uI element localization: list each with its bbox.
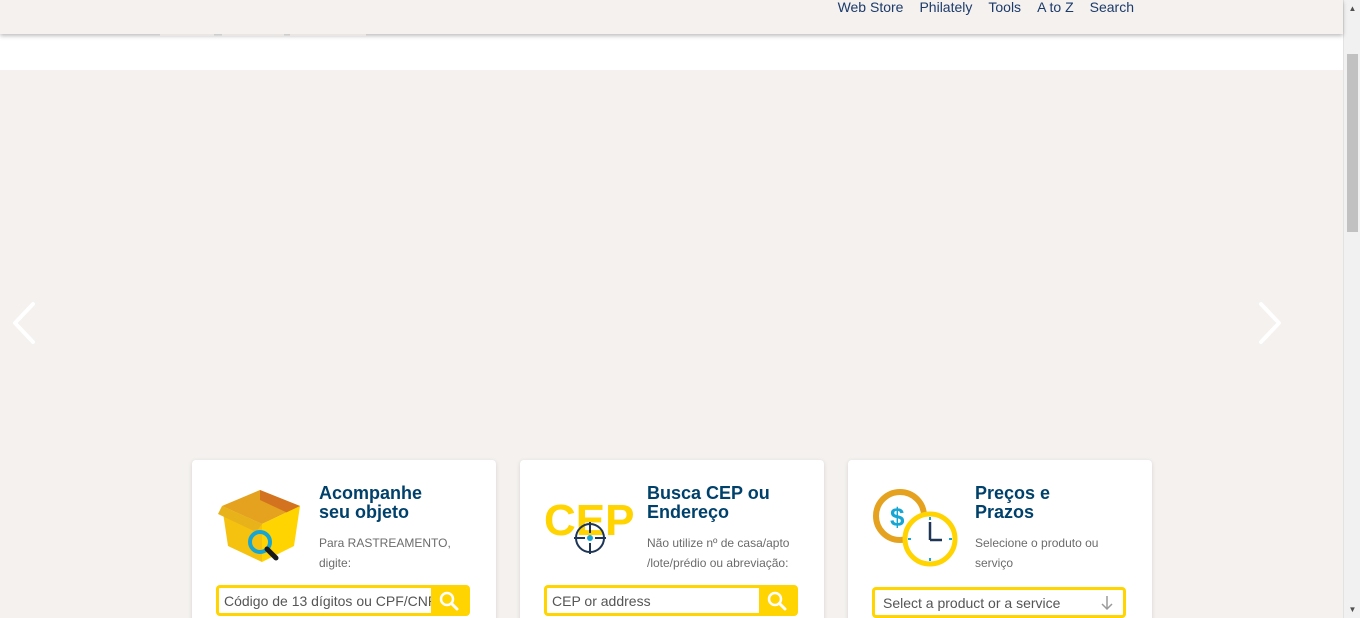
tracking-card: Acompanhe seu objeto Para RASTREAMENTO, … [192,460,496,618]
site-header: Web Store Philately Tools A to Z Search [0,0,1343,34]
tracking-description: Para RASTREAMENTO, digite: [319,536,451,570]
money-clock-icon: $ [872,484,962,568]
header-tab [160,34,214,36]
tracking-search-button[interactable] [431,588,467,613]
header-tab [290,34,366,36]
cep-address-input[interactable] [547,588,759,613]
page-scrollbar[interactable]: ▲ ▼ [1343,0,1360,618]
search-icon [767,591,787,610]
scroll-down-arrow-icon[interactable]: ▼ [1344,601,1360,618]
chevron-left-icon [13,302,35,344]
cep-title-line2: Endereço [647,502,730,522]
cep-search-box [544,585,798,616]
prices-title-line2: Prazos [975,502,1035,522]
nav-link-a-to-z[interactable]: A to Z [1037,0,1074,15]
prices-title: Preços e Prazos [975,484,1135,522]
product-service-select-value: Select a product or a service [883,595,1061,611]
tracking-title-line1: Acompanhe [319,483,423,503]
tracking-search-box [216,585,470,616]
scrollbar-thumb[interactable] [1347,54,1358,232]
nav-link-search[interactable]: Search [1090,0,1134,15]
nav-link-philately[interactable]: Philately [919,0,972,15]
carousel-prev-button[interactable] [9,302,39,344]
cep-title-line1: Busca CEP ou [647,483,770,503]
cep-title: Busca CEP ou Endereço [647,484,807,522]
prices-title-line1: Preços e [975,483,1051,503]
chevron-right-icon [1259,302,1281,344]
top-nav: Web Store Philately Tools A to Z Search [822,0,1134,15]
prices-description: Selecione o produto ou serviço [975,536,1099,570]
prices-card: $ Preços e Prazos Selecione o produto ou… [848,460,1152,618]
header-subbar [0,34,1343,70]
scroll-up-arrow-icon[interactable]: ▲ [1344,0,1360,17]
header-tab [222,34,284,36]
svg-text:$: $ [890,502,905,532]
cep-card: CEP Busca CEP ou Endereço Não utilize nº… [520,460,824,618]
nav-link-web-store[interactable]: Web Store [838,0,904,15]
nav-link-tools[interactable]: Tools [988,0,1021,15]
tracking-code-input[interactable] [219,588,431,613]
search-icon [439,591,459,610]
carousel-next-button[interactable] [1255,302,1285,344]
cep-description: Não utilize nº de casa/apto /lote/prédio… [647,536,790,570]
product-service-select[interactable]: Select a product or a service [872,587,1126,618]
arrow-down-icon [1101,596,1113,611]
tracking-title: Acompanhe seu objeto [319,484,479,522]
tracking-title-line2: seu objeto [319,502,410,522]
package-search-icon [216,484,306,568]
cep-target-icon: CEP [544,484,634,568]
cep-search-button[interactable] [759,588,795,613]
